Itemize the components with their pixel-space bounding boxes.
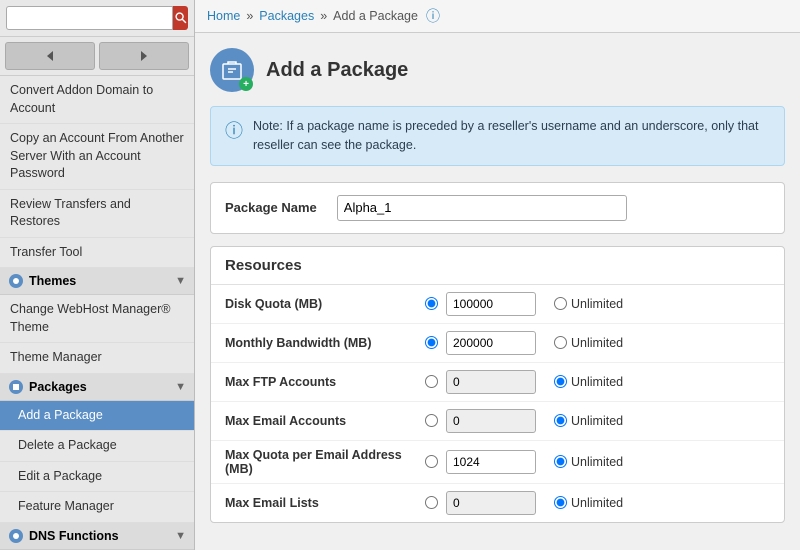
- email-quota-unlimited-group: Unlimited: [554, 455, 623, 469]
- sidebar-item-add-package[interactable]: Add a Package: [0, 401, 194, 432]
- bandwidth-value-input[interactable]: [446, 331, 536, 355]
- breadcrumb-home[interactable]: Home: [207, 9, 240, 23]
- breadcrumb-current: Add a Package: [333, 9, 418, 23]
- ftp-radio-unlimited[interactable]: [554, 375, 567, 388]
- page-icon: +: [210, 48, 254, 92]
- bandwidth-radio-unlimited[interactable]: [554, 336, 567, 349]
- sidebar-item-review-transfers[interactable]: Review Transfers and Restores: [0, 190, 194, 238]
- disk-quota-inputs: Unlimited: [425, 292, 623, 316]
- bandwidth-radio-value[interactable]: [425, 336, 438, 349]
- email-value-input[interactable]: [446, 409, 536, 433]
- nav-prev-button[interactable]: [5, 42, 95, 70]
- ftp-value-input[interactable]: [446, 370, 536, 394]
- email-quota-radio-value[interactable]: [425, 455, 438, 468]
- sidebar-item-convert-addon[interactable]: Convert Addon Domain to Account: [0, 76, 194, 124]
- search-bar: [0, 0, 194, 37]
- packages-section-label: Packages: [29, 380, 87, 394]
- resource-row-email-lists: Max Email Lists Unlimited: [211, 484, 784, 522]
- package-name-label: Package Name: [225, 200, 317, 215]
- page-icon-badge: +: [239, 77, 253, 91]
- disk-quota-unlimited-label: Unlimited: [571, 297, 623, 311]
- themes-section-label: Themes: [29, 274, 76, 288]
- email-quota-value-input[interactable]: [446, 450, 536, 474]
- sidebar-section-dns[interactable]: DNS Functions ▼: [0, 523, 194, 550]
- breadcrumb-packages[interactable]: Packages: [259, 9, 314, 23]
- email-lists-unlimited-label: Unlimited: [571, 496, 623, 510]
- disk-quota-unlimited-group: Unlimited: [554, 297, 623, 311]
- help-icon[interactable]: ⓘ: [426, 6, 440, 26]
- sidebar-item-copy-account[interactable]: Copy an Account From Another Server With…: [0, 124, 194, 190]
- email-lists-inputs: Unlimited: [425, 491, 623, 515]
- ftp-label: Max FTP Accounts: [225, 375, 425, 389]
- search-input[interactable]: [6, 6, 173, 30]
- resource-row-ftp: Max FTP Accounts Unlimited: [211, 363, 784, 402]
- disk-quota-radio-unlimited[interactable]: [554, 297, 567, 310]
- email-quota-label: Max Quota per Email Address (MB): [225, 448, 425, 476]
- email-lists-label: Max Email Lists: [225, 496, 425, 510]
- sidebar-section-packages[interactable]: Packages ▼: [0, 374, 194, 401]
- info-box: ⓘ Note: If a package name is preceded by…: [210, 106, 785, 166]
- ftp-inputs: Unlimited: [425, 370, 623, 394]
- dns-chevron: ▼: [175, 530, 186, 542]
- main-content: Home » Packages » Add a Package ⓘ + Add …: [195, 0, 800, 550]
- email-lists-value-input[interactable]: [446, 491, 536, 515]
- ftp-unlimited-label: Unlimited: [571, 375, 623, 389]
- email-unlimited-label: Unlimited: [571, 414, 623, 428]
- sidebar-item-edit-package[interactable]: Edit a Package: [0, 462, 194, 493]
- bandwidth-unlimited-label: Unlimited: [571, 336, 623, 350]
- email-lists-unlimited-group: Unlimited: [554, 496, 623, 510]
- bandwidth-unlimited-group: Unlimited: [554, 336, 623, 350]
- email-quota-radio-unlimited[interactable]: [554, 455, 567, 468]
- sidebar-item-theme-manager[interactable]: Theme Manager: [0, 343, 194, 374]
- info-icon: ⓘ: [225, 118, 243, 145]
- breadcrumb-sep2: »: [320, 9, 327, 23]
- email-radio-value[interactable]: [425, 414, 438, 427]
- resource-row-email-quota: Max Quota per Email Address (MB) Unlimit…: [211, 441, 784, 484]
- ftp-unlimited-group: Unlimited: [554, 375, 623, 389]
- topbar: Home » Packages » Add a Package ⓘ: [195, 0, 800, 33]
- email-label: Max Email Accounts: [225, 414, 425, 428]
- email-unlimited-group: Unlimited: [554, 414, 623, 428]
- sidebar-item-feature-manager[interactable]: Feature Manager: [0, 492, 194, 523]
- themes-chevron: ▼: [175, 275, 186, 287]
- sidebar-section-themes[interactable]: Themes ▼: [0, 268, 194, 295]
- disk-quota-label: Disk Quota (MB): [225, 297, 425, 311]
- search-button[interactable]: [173, 6, 188, 30]
- sidebar: Convert Addon Domain to Account Copy an …: [0, 0, 195, 550]
- breadcrumb-sep1: »: [246, 9, 253, 23]
- sidebar-list: Convert Addon Domain to Account Copy an …: [0, 76, 194, 550]
- email-radio-unlimited[interactable]: [554, 414, 567, 427]
- nav-next-button[interactable]: [99, 42, 189, 70]
- package-name-row: Package Name: [210, 182, 785, 234]
- page-title: Add a Package: [266, 59, 408, 82]
- package-name-input[interactable]: [337, 195, 627, 221]
- packages-chevron: ▼: [175, 381, 186, 393]
- resource-row-email: Max Email Accounts Unlimited: [211, 402, 784, 441]
- content-area: + Add a Package ⓘ Note: If a package nam…: [195, 33, 800, 550]
- disk-quota-radio-value[interactable]: [425, 297, 438, 310]
- bandwidth-label: Monthly Bandwidth (MB): [225, 336, 425, 350]
- resource-row-disk-quota: Disk Quota (MB) Unlimited: [211, 285, 784, 324]
- email-inputs: Unlimited: [425, 409, 623, 433]
- page-header: + Add a Package: [210, 48, 785, 92]
- disk-quota-value-input[interactable]: [446, 292, 536, 316]
- sidebar-item-change-webhost[interactable]: Change WebHost Manager® Theme: [0, 295, 194, 343]
- email-lists-radio-unlimited[interactable]: [554, 496, 567, 509]
- resources-title: Resources: [211, 247, 784, 285]
- email-lists-radio-value[interactable]: [425, 496, 438, 509]
- bandwidth-inputs: Unlimited: [425, 331, 623, 355]
- resources-panel: Resources Disk Quota (MB) Unlimited Mont…: [210, 246, 785, 523]
- email-quota-inputs: Unlimited: [425, 450, 623, 474]
- sidebar-nav-buttons: [0, 37, 194, 76]
- resource-row-bandwidth: Monthly Bandwidth (MB) Unlimited: [211, 324, 784, 363]
- sidebar-item-delete-package[interactable]: Delete a Package: [0, 431, 194, 462]
- email-quota-unlimited-label: Unlimited: [571, 455, 623, 469]
- dns-section-label: DNS Functions: [29, 529, 119, 543]
- ftp-radio-value[interactable]: [425, 375, 438, 388]
- info-text: Note: If a package name is preceded by a…: [253, 117, 770, 155]
- sidebar-item-transfer-tool[interactable]: Transfer Tool: [0, 238, 194, 269]
